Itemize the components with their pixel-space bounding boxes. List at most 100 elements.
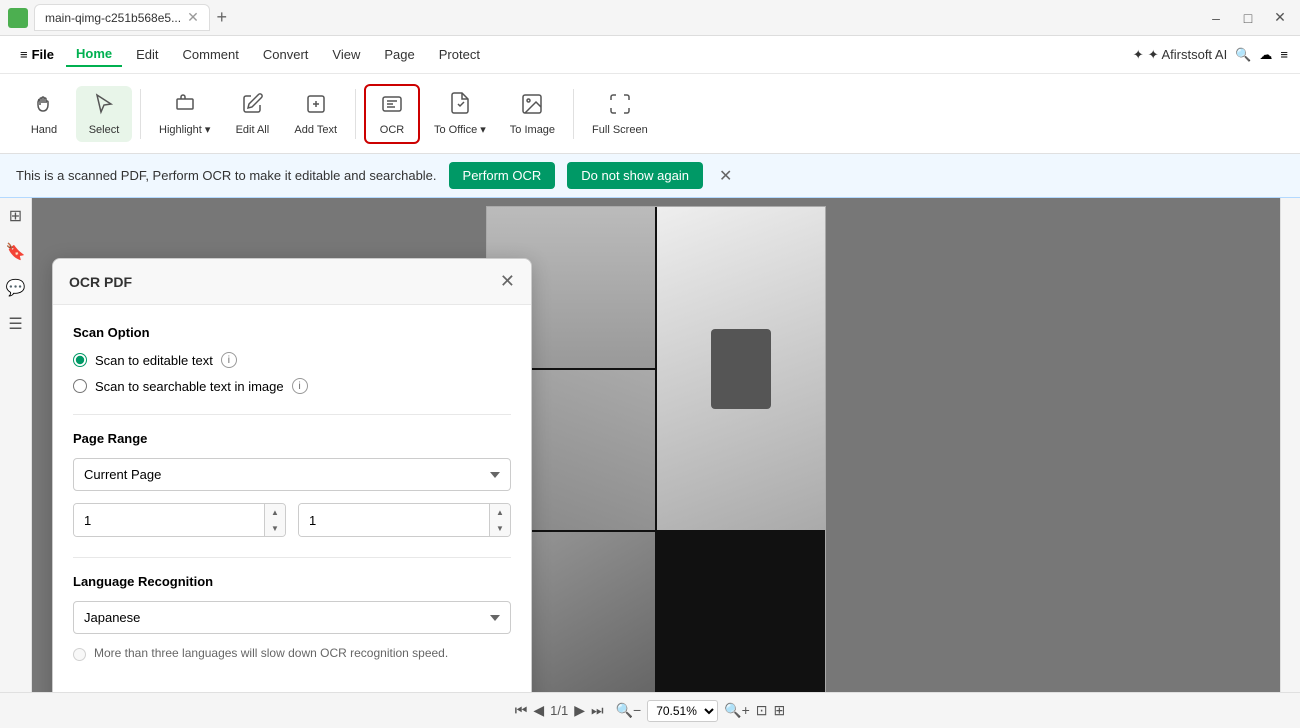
from-spinner-down[interactable]: ▼ (265, 520, 285, 536)
separator-3 (573, 89, 574, 139)
ocr-tool-button[interactable]: OCR (364, 84, 420, 144)
page-from-input[interactable] (74, 504, 264, 536)
highlight-label: Highlight ▾ (159, 123, 210, 136)
hand-tool-button[interactable]: Hand (16, 86, 72, 142)
separator-1 (140, 89, 141, 139)
menu-protect[interactable]: Protect (429, 43, 490, 66)
section-divider-1 (73, 414, 511, 415)
highlight-tool-button[interactable]: Highlight ▾ (149, 85, 220, 142)
menu-convert[interactable]: Convert (253, 43, 319, 66)
first-page-button[interactable]: ⏮ (515, 702, 528, 719)
nav-controls: ⏮ ◀ 1/1 ▶ ⏭ (515, 702, 604, 719)
tab-label: main-qimg-c251b568e5... (45, 11, 181, 25)
app-icon (8, 8, 28, 28)
page-number-inputs: ▲ ▼ ▲ ▼ (73, 503, 511, 537)
next-page-button[interactable]: ▶ (574, 702, 585, 719)
add-text-label: Add Text (294, 124, 337, 136)
notification-close-button[interactable]: ✕ (719, 166, 732, 186)
to-office-label: To Office ▾ (434, 123, 486, 136)
page-range-select[interactable]: Current Page All Pages Custom Range (73, 458, 511, 491)
edit-all-icon (240, 92, 264, 120)
browser-tab[interactable]: main-qimg-c251b568e5... ✕ (34, 4, 210, 31)
file-menu[interactable]: ≡ File (12, 43, 62, 66)
titlebar: main-qimg-c251b568e5... ✕ + – □ ✕ (0, 0, 1300, 36)
cloud-icon[interactable]: ☁ (1259, 47, 1272, 63)
sidebar-layers-icon[interactable]: ☰ (8, 314, 22, 334)
ai-label: ✦ Afirstsoft AI (1148, 47, 1228, 63)
radio-editable-input[interactable] (73, 353, 87, 367)
select-tool-button[interactable]: Select (76, 86, 132, 142)
to-image-button[interactable]: To Image (500, 86, 565, 142)
menu-page[interactable]: Page (374, 43, 424, 66)
ai-star-icon: ✦ (1133, 47, 1144, 63)
add-text-button[interactable]: Add Text (284, 86, 347, 142)
hamburger-icon: ≡ (20, 47, 28, 62)
sidebar-bookmark-icon[interactable]: 🔖 (6, 242, 26, 262)
info-icon-searchable[interactable]: i (292, 378, 308, 394)
language-select[interactable]: Japanese English Chinese Korean French G… (73, 601, 511, 634)
hand-icon (32, 92, 56, 120)
full-screen-button[interactable]: Full Screen (582, 86, 658, 142)
new-tab-button[interactable]: + (210, 6, 234, 30)
from-spinner-up[interactable]: ▲ (265, 504, 285, 520)
to-office-icon (448, 91, 472, 119)
to-spinner-down[interactable]: ▼ (490, 520, 510, 536)
menu-comment[interactable]: Comment (173, 43, 249, 66)
radio-searchable-input[interactable] (73, 379, 87, 393)
hand-label: Hand (31, 124, 57, 136)
to-spinners: ▲ ▼ (489, 504, 510, 536)
zoom-in-button[interactable]: 🔍+ (724, 702, 750, 719)
edit-all-button[interactable]: Edit All (224, 86, 280, 142)
sidebar-home-icon[interactable]: ⊞ (9, 206, 22, 226)
radio-searchable-text: Scan to searchable text in image i (73, 378, 511, 394)
warning-text: More than three languages will slow down… (94, 646, 448, 660)
ocr-icon (380, 92, 404, 120)
fit-width-button[interactable]: ⊡ (756, 702, 768, 719)
warning-radio (73, 648, 86, 661)
page-to-input[interactable] (299, 504, 489, 536)
dialog-title: OCR PDF (69, 274, 132, 290)
full-screen-icon (608, 92, 632, 120)
zoom-select[interactable]: 70.51% 50% 75% 100% 125% (647, 700, 718, 722)
dialog-body: Scan Option Scan to editable text i Scan… (53, 305, 531, 692)
tab-close-btn[interactable]: ✕ (187, 9, 199, 26)
full-screen-label: Full Screen (592, 124, 648, 136)
prev-page-button[interactable]: ◀ (533, 702, 544, 719)
file-label: File (32, 47, 54, 62)
do-not-show-button[interactable]: Do not show again (567, 162, 703, 189)
page-info-label: 1/1 (550, 703, 568, 718)
search-button[interactable]: 🔍 (1235, 47, 1251, 63)
right-sidebar (1280, 198, 1300, 692)
to-image-label: To Image (510, 124, 555, 136)
ai-button[interactable]: ✦ ✦ Afirstsoft AI (1133, 47, 1227, 63)
zoom-out-button[interactable]: 🔍− (616, 702, 642, 719)
main-area: ⊞ 🔖 💬 ☰ (0, 198, 1300, 692)
left-sidebar: ⊞ 🔖 💬 ☰ (0, 198, 32, 692)
maximize-button[interactable]: □ (1236, 6, 1260, 30)
page-range-title: Page Range (73, 431, 511, 446)
to-spinner-up[interactable]: ▲ (490, 504, 510, 520)
select-label: Select (89, 124, 120, 136)
fit-page-button[interactable]: ⊞ (774, 702, 786, 719)
menu-view[interactable]: View (322, 43, 370, 66)
notification-text: This is a scanned PDF, Perform OCR to ma… (16, 168, 437, 183)
minimize-button[interactable]: – (1204, 6, 1228, 30)
info-icon-editable[interactable]: i (221, 352, 237, 368)
close-button[interactable]: ✕ (1268, 6, 1292, 30)
add-text-icon (304, 92, 328, 120)
section-divider-2 (73, 557, 511, 558)
dialog-close-button[interactable]: ✕ (500, 271, 515, 292)
menu-home[interactable]: Home (66, 42, 122, 67)
toolbar: Hand Select Highlight ▾ Edit All Add Tex… (0, 74, 1300, 154)
menu-edit[interactable]: Edit (126, 43, 168, 66)
radio-searchable-label: Scan to searchable text in image (95, 379, 284, 394)
from-spinners: ▲ ▼ (264, 504, 285, 536)
zoom-area: 🔍− 70.51% 50% 75% 100% 125% 🔍+ ⊡ ⊞ (616, 700, 786, 722)
menubar: ≡ File Home Edit Comment Convert View Pa… (0, 36, 1300, 74)
notification-perform-ocr-button[interactable]: Perform OCR (449, 162, 556, 189)
menu-right-area: ✦ ✦ Afirstsoft AI 🔍 ☁ ≡ (1133, 47, 1288, 63)
last-page-button[interactable]: ⏭ (591, 702, 604, 719)
panel-toggle-icon[interactable]: ≡ (1280, 47, 1288, 62)
to-office-button[interactable]: To Office ▾ (424, 85, 496, 142)
sidebar-comment-icon[interactable]: 💬 (6, 278, 26, 298)
